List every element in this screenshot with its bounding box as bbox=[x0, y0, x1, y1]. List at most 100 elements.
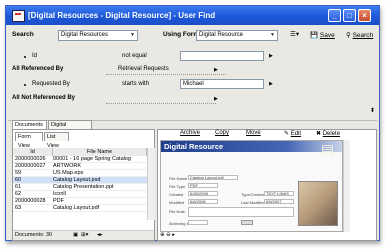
field-value[interactable]: Catalog Layout.pdf bbox=[188, 175, 238, 180]
cell-file-name: PDF bbox=[53, 198, 64, 204]
bullet-icon bbox=[24, 84, 26, 86]
cell-file-name: ARTWORK bbox=[53, 163, 82, 169]
title-bar[interactable]: [Digital Resources - Digital Resource] -… bbox=[6, 6, 379, 25]
copy-button[interactable]: Copy bbox=[215, 130, 229, 136]
save-icon[interactable]: ▣ bbox=[73, 231, 78, 240]
table-row[interactable]: 63 Catalog Layout.pdf bbox=[13, 205, 147, 212]
column-header-id[interactable]: Id bbox=[13, 148, 53, 156]
search-bar: Search Digital Resources ▼ Using Form Di… bbox=[8, 27, 377, 45]
group-label-referenced-by: All Referenced By bbox=[12, 66, 64, 72]
document-count: Documents: 30 bbox=[15, 232, 52, 238]
criteria-field[interactable]: Requested By bbox=[32, 81, 70, 87]
archive-button[interactable]: Archive bbox=[180, 130, 200, 136]
nav-arrow-icon[interactable]: ◂▸ bbox=[97, 231, 103, 240]
field-value[interactable]: 6/6/2007 bbox=[264, 199, 294, 204]
group-value-referenced-by[interactable]: Retrieval Requests bbox=[118, 66, 169, 72]
save-icon: 💾 bbox=[310, 32, 319, 39]
field-label: Created bbox=[169, 192, 184, 197]
using-form-label: Using Form bbox=[163, 31, 200, 38]
table-row-selected[interactable]: 60 Catalog Layout.psd bbox=[13, 177, 147, 184]
tab-digital-resources[interactable]: Digital Resources bbox=[48, 120, 92, 137]
save-label: Save bbox=[319, 32, 335, 39]
cell-id: 2000000028 bbox=[15, 198, 46, 204]
tab-form-view[interactable]: Form View bbox=[15, 132, 43, 149]
edit-icon: ✎ bbox=[284, 131, 290, 137]
edit-label: Edit bbox=[290, 131, 302, 137]
cell-file-name: US Map.eps bbox=[53, 170, 84, 176]
table-row[interactable]: 2000000026 00001 - 16 page Spring Catalog bbox=[13, 156, 147, 163]
search-object-value: Digital Resources bbox=[61, 32, 109, 38]
tab-documents[interactable]: Documents bbox=[12, 120, 47, 129]
cell-file-name: Catalog Layout.pdf bbox=[53, 205, 100, 211]
field-value[interactable]: TEXT LINAS bbox=[264, 191, 294, 196]
edit-button[interactable]: ✎ Edit bbox=[284, 130, 301, 137]
preview-scrollbar[interactable] bbox=[343, 140, 350, 232]
chevron-down-icon[interactable]: ▼ bbox=[129, 32, 136, 39]
expand-arrow-icon[interactable]: ▶ bbox=[269, 53, 273, 59]
criteria-field[interactable]: Id bbox=[32, 53, 37, 59]
search-object-select[interactable]: Digital Resources ▼ bbox=[58, 30, 138, 41]
cell-file-name: Catalog Layout.psd bbox=[53, 177, 101, 183]
save-button[interactable]: 💾 Save bbox=[310, 31, 335, 39]
thumbnail-image bbox=[298, 181, 338, 226]
field-value[interactable]: 6/26/2008 bbox=[188, 191, 218, 196]
move-button[interactable]: Move bbox=[246, 130, 261, 136]
record-preview: Digital Resource ▤ File Name Catalog Lay… bbox=[160, 140, 343, 232]
bullet-icon bbox=[24, 56, 26, 58]
expand-arrow-icon[interactable]: ▶ bbox=[214, 67, 218, 73]
delete-button[interactable]: ✖ Delete bbox=[316, 130, 340, 137]
cell-id: 61 bbox=[15, 184, 22, 190]
options-icon[interactable]: ☰▾ bbox=[290, 30, 299, 38]
field-label: Archiving Id bbox=[169, 221, 190, 226]
field-label: Last Modified bbox=[241, 200, 265, 205]
column-header-file-name[interactable]: File Name bbox=[53, 148, 147, 156]
field-value[interactable] bbox=[188, 220, 208, 225]
expand-arrow-icon[interactable]: ▶ bbox=[269, 81, 273, 87]
notepad-icon: ▤ bbox=[321, 141, 335, 157]
table-row[interactable]: 61 Catalog Presentation.ppt bbox=[13, 184, 147, 191]
criteria-operator[interactable]: not equal bbox=[122, 53, 147, 59]
criteria-value-input[interactable] bbox=[180, 51, 264, 61]
app-icon bbox=[12, 10, 25, 22]
zoom-controls[interactable]: ⊕ ⊖ ▸ bbox=[160, 232, 175, 238]
field-value[interactable]: 6/6/2008 bbox=[188, 199, 218, 204]
group-divider bbox=[106, 103, 216, 104]
search-button[interactable]: ⚲ Search bbox=[346, 31, 373, 39]
search-label: Search bbox=[12, 31, 34, 38]
cell-file-name: Catalog Presentation.ppt bbox=[53, 184, 114, 190]
table-row[interactable]: 2000000028 PDF bbox=[13, 198, 147, 205]
preview-pane: Archive Copy Move ✎ Edit ✖ Delete Digita… bbox=[157, 129, 377, 241]
using-form-select[interactable]: Digital Resource ▼ bbox=[196, 30, 278, 41]
delete-icon: ✖ bbox=[316, 131, 322, 137]
criteria-value-input[interactable]: Michael bbox=[180, 79, 264, 89]
cell-file-name: 00001 - 16 page Spring Catalog bbox=[53, 156, 131, 162]
cell-id: 2000000027 bbox=[15, 163, 46, 169]
minimize-button[interactable]: _ bbox=[328, 9, 341, 22]
table-row[interactable]: 2000000027 ARTWORK bbox=[13, 163, 147, 170]
maximize-button[interactable]: □ bbox=[343, 9, 356, 22]
collapse-icon[interactable]: ⬍ bbox=[370, 107, 375, 114]
preview-header: Digital Resource bbox=[161, 141, 342, 152]
cell-id: 63 bbox=[15, 205, 22, 211]
chevron-down-icon[interactable]: ▼ bbox=[269, 32, 276, 39]
cell-id: 62 bbox=[15, 191, 22, 197]
close-button[interactable]: × bbox=[358, 9, 371, 22]
field-label: File Note bbox=[169, 209, 186, 214]
expand-arrow-icon[interactable]: ▶ bbox=[214, 96, 218, 102]
field-value[interactable]: PDF bbox=[188, 183, 218, 188]
window-title: [Digital Resources - Digital Resource] -… bbox=[28, 11, 216, 20]
criteria-operator[interactable]: starts with bbox=[122, 81, 149, 87]
group-divider bbox=[106, 74, 226, 75]
field-value[interactable] bbox=[188, 207, 294, 217]
grid-options-icon[interactable]: ⊞▾ bbox=[81, 231, 88, 240]
results-list-pane: Form View List View Id File Name 2000000… bbox=[12, 129, 155, 241]
using-form-value: Digital Resource bbox=[199, 32, 244, 38]
preview-button[interactable] bbox=[241, 220, 253, 225]
field-label: File Type bbox=[169, 184, 186, 189]
binoculars-icon: ⚲ bbox=[346, 32, 351, 39]
tab-list-view[interactable]: List View bbox=[44, 132, 69, 149]
grid-scrollbar[interactable] bbox=[147, 148, 155, 220]
field-label: Modified bbox=[169, 200, 185, 205]
table-row[interactable]: 59 US Map.eps bbox=[13, 170, 147, 177]
table-row[interactable]: 62 Iconll bbox=[13, 191, 147, 198]
